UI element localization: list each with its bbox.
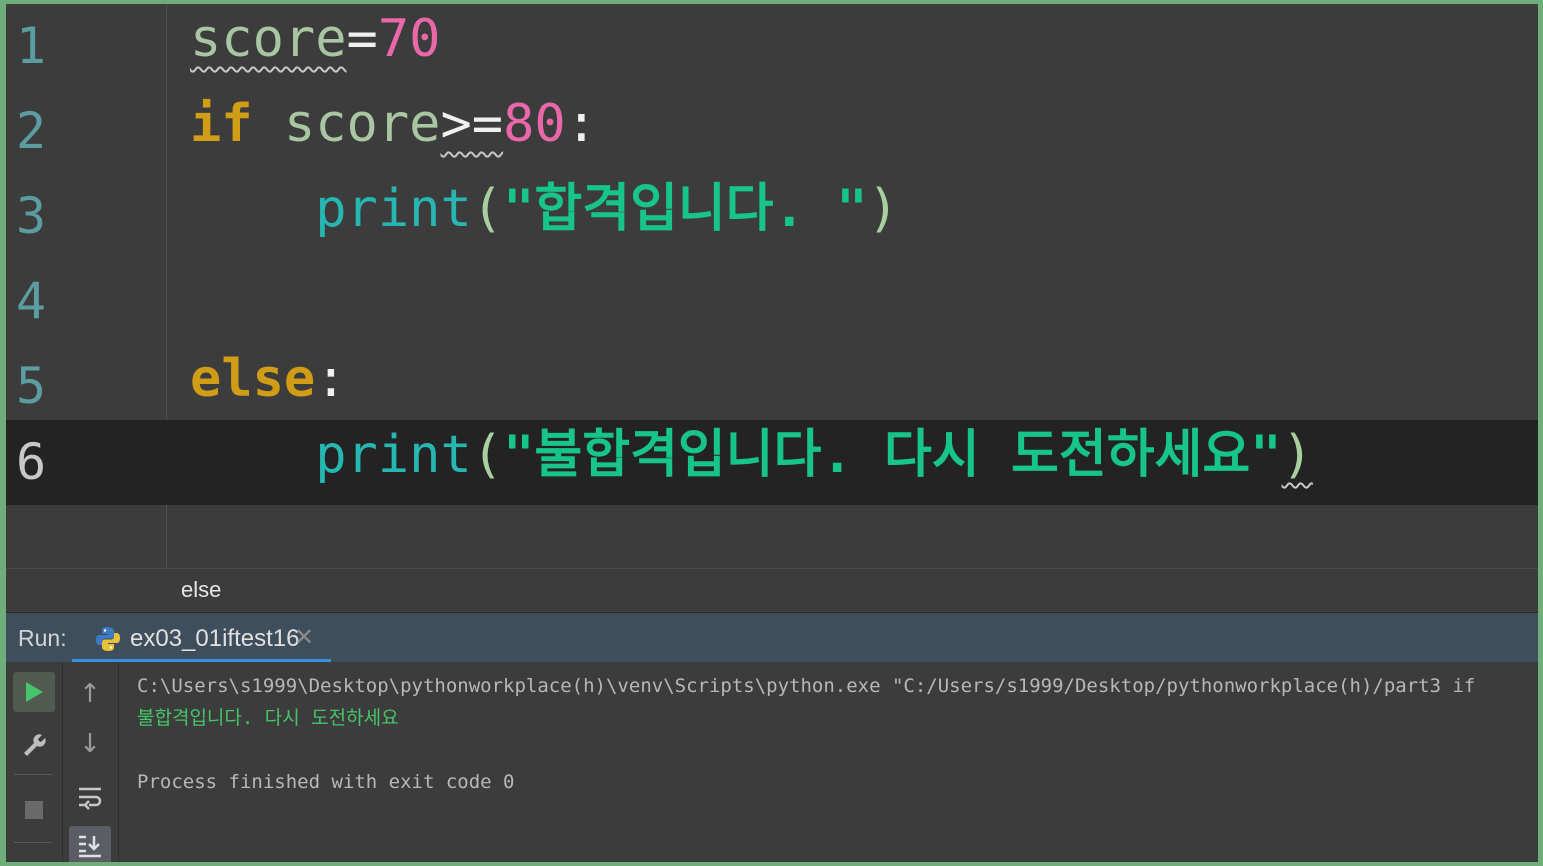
soft-wrap-button[interactable] [69,778,111,818]
line-number: 6 [16,433,47,491]
play-icon [26,682,43,702]
run-tab[interactable]: ex03_01iftest16 ✕ [72,613,331,663]
number-literal: 80 [503,94,566,154]
line-number: 2 [16,102,47,160]
line-number: 1 [16,17,47,75]
toolbar-divider [14,774,52,775]
code-editor[interactable]: 1 score=70 2 if score>=80: 3 print("합격입니… [6,4,1538,568]
scroll-up-button[interactable]: ↑ [69,674,111,714]
function-name: print [315,179,472,239]
breadcrumb-bar: else [6,568,1538,613]
run-tab-label: ex03_01iftest16 [130,625,300,652]
identifier: score [283,94,441,154]
stop-button[interactable] [13,790,55,830]
colon: : [315,349,347,409]
console-output[interactable]: C:\Users\s1999\Desktop\pythonworkplace(h… [137,670,1537,798]
code-text[interactable]: if score>=80: [190,89,597,174]
console-exit-message: Process finished with exit code 0 [137,771,515,793]
toolbar-divider [14,842,52,843]
edit-configuration-button[interactable] [13,724,55,764]
run-label: Run: [18,625,67,651]
code-line-1[interactable]: 1 score=70 [6,4,1538,89]
soft-wrap-icon [79,787,102,810]
string-literal: "불합격입니다. 다시 도전하세요" [503,425,1282,485]
code-text[interactable]: score=70 [190,4,440,89]
ide-window: 1 score=70 2 if score>=80: 3 print("합격입니… [6,4,1538,862]
arrow-down-icon: ↓ [79,729,101,759]
operator: >= [440,94,504,154]
breadcrumb[interactable]: else [181,577,221,603]
paren-close: ) [1281,425,1313,485]
identifier: score [190,9,347,69]
wrench-icon [24,734,46,756]
run-toolbar-left [6,662,63,862]
console-program-output: 불합격입니다. 다시 도전하세요 [137,707,399,729]
code-text[interactable]: print("합격입니다. ") [190,174,899,259]
operator: = [346,9,378,69]
line-number: 4 [16,272,47,330]
stop-icon [25,801,43,819]
code-text[interactable]: print("불합격입니다. 다시 도전하세요") [190,420,1313,505]
paren-open: ( [471,179,504,239]
run-panel: ↑ ↓ C:\Users\s1999\Desktop\pythonworkpla… [6,662,1538,862]
line-number: 5 [16,357,47,415]
console-command: C:\Users\s1999\Desktop\pythonworkplace(h… [137,675,1476,697]
paren-close: ) [867,179,899,239]
code-line-5[interactable]: 5 else: [6,344,1538,429]
paren-open: ( [471,425,504,485]
python-icon [96,627,120,651]
run-toolbar-right: ↑ ↓ [63,662,119,862]
string-literal: "합격입니다. " [503,179,868,239]
keyword: if [190,94,253,154]
code-line-4[interactable]: 4 [6,259,1538,344]
line-number: 3 [16,187,47,245]
code-line-3[interactable]: 3 print("합격입니다. ") [6,174,1538,259]
run-tool-window-header: Run: ex03_01iftest16 ✕ [6,612,1538,663]
function-name: print [315,425,472,485]
number-literal: 70 [377,9,441,69]
colon: : [565,94,598,154]
scroll-to-end-button[interactable] [69,826,111,862]
keyword: else [190,349,316,409]
rerun-button[interactable] [13,672,55,712]
close-icon[interactable]: ✕ [294,623,314,651]
code-text[interactable]: else: [190,344,347,429]
code-line-6-current[interactable]: 6 print("불합격입니다. 다시 도전하세요") [6,420,1538,505]
scroll-to-end-icon [79,835,101,858]
scroll-down-button[interactable]: ↓ [69,724,111,764]
code-line-2[interactable]: 2 if score>=80: [6,89,1538,174]
arrow-up-icon: ↑ [79,679,101,709]
